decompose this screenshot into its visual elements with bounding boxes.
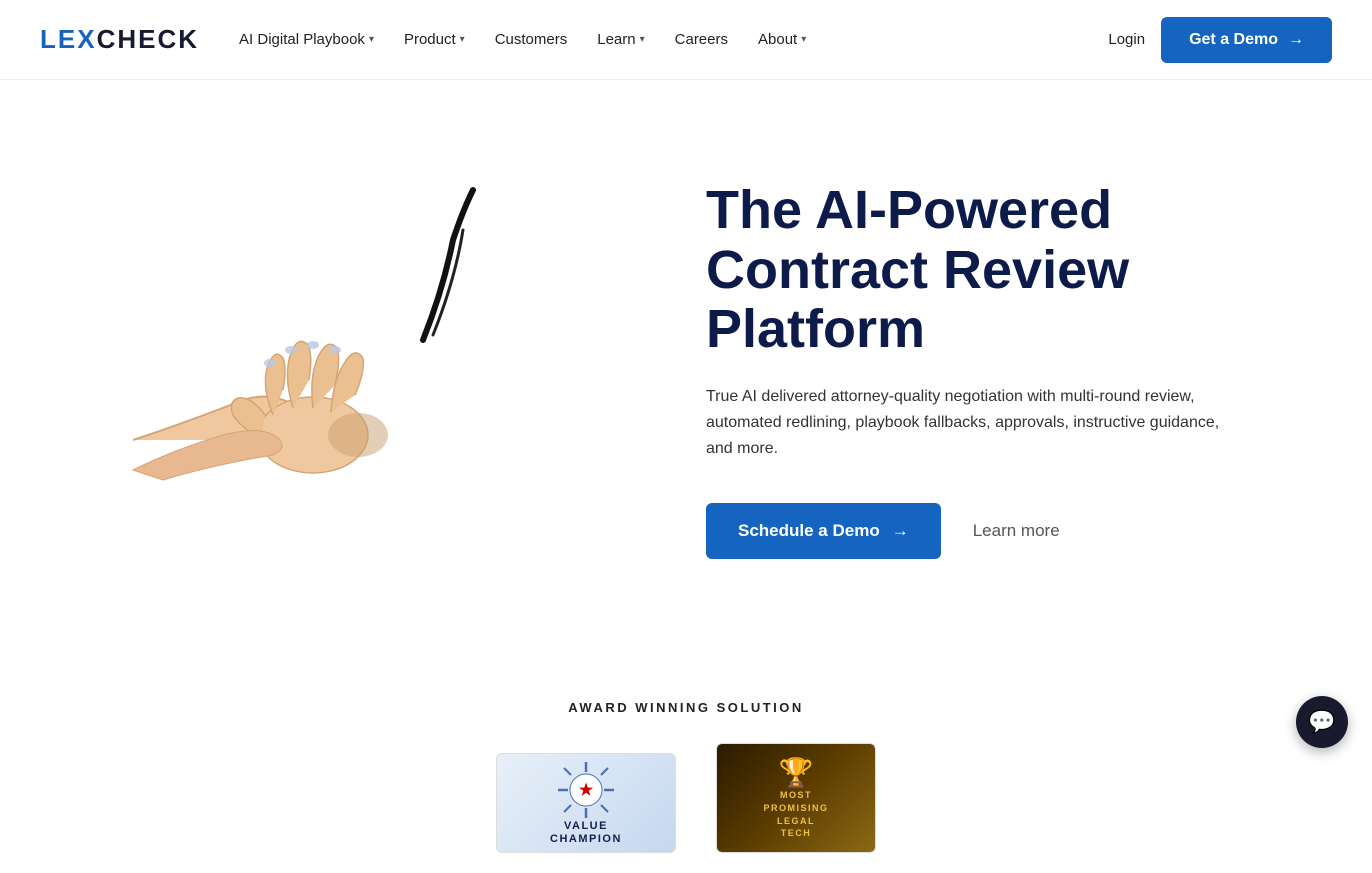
nav-careers[interactable]: Careers (663, 23, 740, 56)
chat-icon: 💬 (1308, 709, 1335, 735)
legal-tech-badge: 🏆 MOSTPROMISINGLEGALTECH (716, 743, 876, 853)
value-champion-text: VALUECHAMPION (550, 820, 622, 846)
nav-ai-digital-playbook[interactable]: AI Digital Playbook ▾ (227, 23, 386, 56)
legal-tech-text: MOSTPROMISINGLEGALTECH (763, 789, 828, 839)
logo-lex: LEX (40, 24, 97, 54)
award-section: AWARD WINNING SOLUTION (0, 660, 1372, 873)
schedule-demo-button[interactable]: Schedule a Demo → (706, 503, 941, 559)
value-champion-badge: ★ VALUECHAMPION (496, 753, 676, 853)
chevron-down-icon: ▾ (640, 34, 645, 45)
hero-image (0, 120, 686, 620)
robot-hand-group (563, 265, 573, 524)
navigation: LEXCHECK AI Digital Playbook ▾ Product ▾… (0, 0, 1372, 80)
nav-product[interactable]: Product ▾ (392, 23, 477, 56)
get-demo-button[interactable]: Get a Demo → (1161, 17, 1332, 63)
nav-learn[interactable]: Learn ▾ (585, 23, 656, 56)
handshake-illustration (113, 180, 573, 560)
chevron-down-icon: ▾ (369, 34, 374, 45)
login-link[interactable]: Login (1108, 31, 1145, 48)
nav-links: AI Digital Playbook ▾ Product ▾ Customer… (227, 23, 1108, 56)
trophy-icon: 🏆 (779, 756, 814, 789)
nav-about[interactable]: About ▾ (746, 23, 818, 56)
hero-content: The AI-Powered Contract Review Platform … (686, 161, 1372, 578)
nav-right: Login Get a Demo → (1108, 17, 1332, 63)
learn-more-link[interactable]: Learn more (973, 521, 1060, 541)
chat-support-button[interactable]: 💬 (1296, 696, 1348, 748)
starburst-icon: ★ (556, 760, 616, 820)
award-badges: ★ VALUECHAMPION 🏆 MOSTPROMISINGLEGALTECH (40, 743, 1332, 853)
hero-section: The AI-Powered Contract Review Platform … (0, 80, 1372, 660)
human-hand-group (133, 341, 368, 480)
svg-text:★: ★ (579, 782, 594, 799)
chevron-down-icon: ▾ (460, 34, 465, 45)
chevron-down-icon: ▾ (801, 34, 806, 45)
logo[interactable]: LEXCHECK (40, 24, 195, 55)
hero-title: The AI-Powered Contract Review Platform (706, 181, 1312, 359)
handshake-svg (113, 180, 573, 560)
nav-customers[interactable]: Customers (483, 23, 580, 56)
award-section-label: AWARD WINNING SOLUTION (40, 700, 1332, 715)
arrow-right-icon: → (1288, 31, 1304, 49)
hero-subtitle: True AI delivered attorney-quality negot… (706, 384, 1226, 463)
arrow-right-icon: → (892, 521, 909, 541)
hero-actions: Schedule a Demo → Learn more (706, 503, 1312, 559)
logo-check: CHECK (97, 24, 199, 54)
